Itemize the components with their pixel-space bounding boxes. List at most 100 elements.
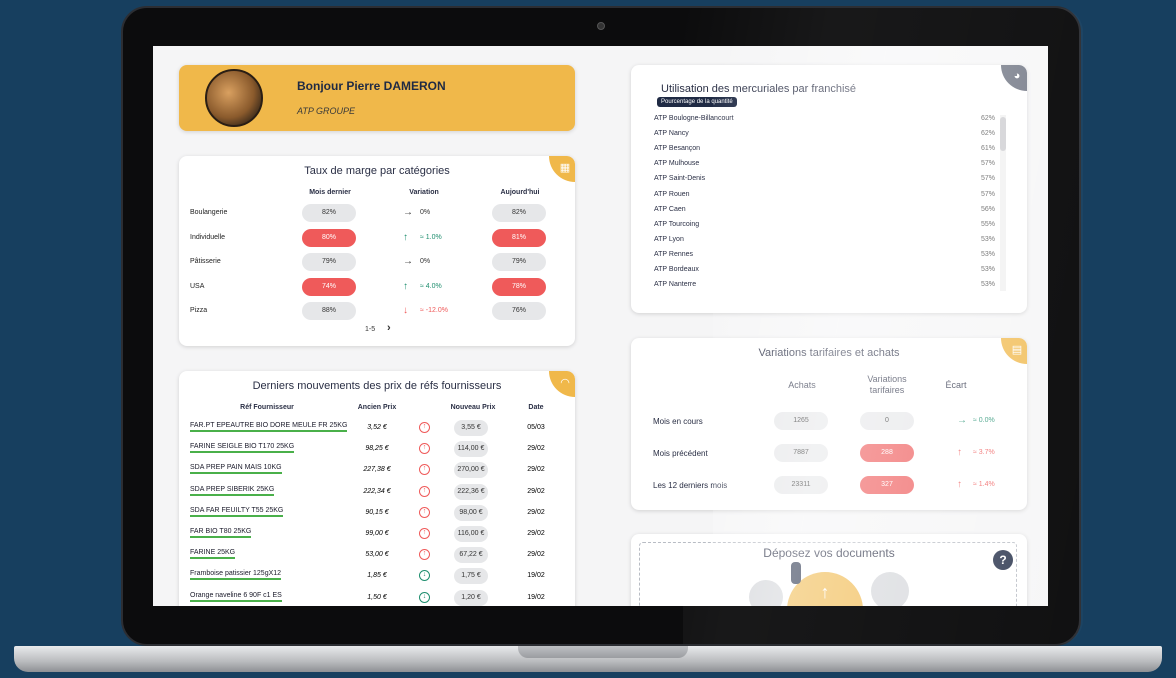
achats-pill: 7887 — [774, 444, 828, 462]
price-date: 29/02 — [527, 445, 545, 453]
new-price-pill: 3,55 € — [454, 420, 488, 436]
marge-category: Boulangerie — [190, 209, 228, 216]
marge-card: ▦ Taux de marge par catégories Mois dern… — [179, 156, 575, 346]
variations-header-achats: Achats — [788, 380, 816, 390]
upload-arrow-icon: ↑ — [820, 582, 830, 602]
next-page-icon[interactable]: › — [387, 322, 391, 334]
mouvements-header-new: Nouveau Prix — [450, 404, 496, 411]
franchise-name: ATP Bordeaux — [654, 266, 699, 273]
new-price-pill: 1,75 € — [454, 568, 488, 585]
franchise-percentage: 57% — [980, 160, 995, 168]
variation-arrow-icon: ↓ — [403, 305, 408, 316]
old-price: 227,38 € — [363, 466, 391, 474]
mouvements-title: Derniers mouvements des prix de réfs fou… — [252, 380, 502, 392]
scrollbar-thumb[interactable] — [1000, 117, 1006, 151]
supplier-ref-link[interactable]: FAR.PT EPEAUTRE BIO DORE MEULE FR 25KG — [190, 422, 348, 432]
marge-pagination: 1-5 — [365, 326, 376, 333]
supplier-ref-link[interactable]: SDA PREP SIBERIK 25KG — [190, 486, 275, 496]
achats-pill: 1265 — [774, 412, 828, 430]
franchise-name: ATP Saint-Denis — [654, 175, 706, 183]
greeting-title: Bonjour Pierre DAMERON — [297, 79, 446, 93]
franchise-percentage: 53% — [980, 235, 995, 243]
supplier-ref-link[interactable]: FARINE 25KG — [190, 549, 236, 560]
price-up-icon: ↑ — [419, 506, 430, 518]
supplier-ref-link[interactable]: Framboise patissier 125gX12 — [190, 570, 282, 581]
achats-pill: 23311 — [774, 476, 828, 494]
greeting-card: Bonjour Pierre DAMERON ATP GROUPE — [179, 65, 575, 131]
dashboard-screen: Bonjour Pierre DAMERON ATP GROUPE ▦ Taux… — [153, 46, 1048, 606]
pie-chart-icon[interactable]: ◕ — [1001, 65, 1027, 91]
tarif-pill: 0 — [860, 412, 914, 430]
franchise-percentage: 57% — [980, 190, 995, 198]
price-up-icon: ↑ — [419, 549, 430, 561]
franchise-name: ATP Mulhouse — [654, 160, 700, 168]
period-label: Mois précédent — [653, 449, 708, 458]
old-price: 3,52 € — [367, 424, 387, 431]
price-date: 19/02 — [527, 593, 545, 601]
price-down-icon: ↓ — [419, 570, 430, 582]
old-price: 1,50 € — [367, 593, 387, 601]
marge-last-pill: 74% — [302, 277, 356, 296]
price-date: 29/02 — [527, 487, 545, 495]
franchise-name: ATP Nanterre — [654, 281, 697, 289]
person-illustration — [791, 562, 801, 584]
mouvements-header-date: Date — [528, 404, 544, 411]
marge-last-pill: 88% — [302, 302, 356, 320]
new-price-pill: 270,00 € — [454, 462, 488, 479]
franchise-percentage: 53% — [980, 281, 995, 289]
ecart-value: ≈ 1.4% — [973, 481, 995, 488]
franchise-name: ATP Caen — [654, 205, 686, 213]
company-name: ATP GROUPE — [297, 106, 356, 116]
marge-today-pill: 79% — [492, 253, 546, 271]
mercuriales-badge: Pourcentage de la quantité — [657, 97, 737, 107]
mercuriales-title: Utilisation des mercuriales par franchis… — [661, 83, 857, 95]
laptop-notch — [518, 646, 688, 658]
supplier-ref-link[interactable]: SDA FAR FEUILTY T55 25KG — [190, 507, 284, 517]
marge-variation: 0% — [420, 258, 431, 265]
variation-arrow-icon: → — [403, 207, 413, 218]
franchise-percentage: 57% — [980, 175, 995, 183]
period-label: Les 12 derniers mois — [653, 481, 728, 490]
new-price-pill: 98,00 € — [454, 504, 488, 521]
price-date: 29/02 — [527, 551, 545, 559]
price-up-icon: ↑ — [419, 528, 430, 539]
webcam-icon — [597, 22, 605, 30]
price-date: 29/02 — [527, 530, 545, 537]
franchise-percentage: 55% — [980, 220, 995, 228]
tarif-pill: 288 — [860, 444, 914, 462]
price-date: 05/03 — [527, 424, 545, 431]
franchise-name: ATP Lyon — [654, 235, 684, 243]
marge-last-pill: 82% — [302, 204, 356, 222]
variations-card: ▤ Variations tarifaires et achats Achats… — [631, 338, 1027, 510]
franchise-percentage: 56% — [980, 205, 995, 213]
gear-icon — [871, 572, 909, 606]
supplier-ref-link[interactable]: SDA PREP PAIN MAIS 10KG — [190, 464, 282, 475]
franchise-percentage: 62% — [980, 130, 995, 138]
price-up-icon: ↑ — [419, 464, 430, 476]
supplier-ref-link[interactable]: Orange naveline 6 90F c1 ES — [190, 592, 282, 602]
franchise-name: ATP Nancy — [654, 130, 689, 138]
supplier-ref-link[interactable]: FARINE SEIGLE BIO T170 25KG — [190, 443, 295, 454]
upload-card: Déposez vos documents ? ↑ — [631, 534, 1027, 606]
mouvements-header-old: Ancien Prix — [357, 404, 397, 411]
help-icon[interactable]: ? — [993, 550, 1013, 570]
price-up-icon: ↑ — [419, 422, 430, 433]
price-date: 29/02 — [527, 466, 545, 474]
ecart-value: ≈ 0.0% — [973, 417, 995, 424]
franchise-name: ATP Rennes — [654, 250, 694, 258]
ecart-arrow-icon: ↑ — [957, 447, 962, 458]
new-price-pill: 67,22 € — [454, 547, 488, 564]
avatar — [205, 69, 263, 127]
marge-category: USA — [190, 282, 205, 290]
franchise-percentage: 53% — [980, 250, 995, 258]
price-up-icon: ↑ — [419, 485, 430, 497]
supplier-ref-link[interactable]: FAR BIO T80 25KG — [190, 528, 252, 538]
variation-arrow-icon: ↑ — [403, 231, 408, 243]
mouvements-card: ◠ Derniers mouvements des prix de réfs f… — [179, 371, 575, 606]
upload-title: Déposez vos documents — [763, 546, 895, 560]
new-price-pill: 116,00 € — [454, 526, 488, 542]
old-price: 99,00 € — [365, 530, 389, 537]
gear-icon — [749, 580, 783, 606]
mercuriales-card: ◕ Utilisation des mercuriales par franch… — [631, 65, 1027, 313]
marge-variation: 0% — [420, 209, 431, 216]
